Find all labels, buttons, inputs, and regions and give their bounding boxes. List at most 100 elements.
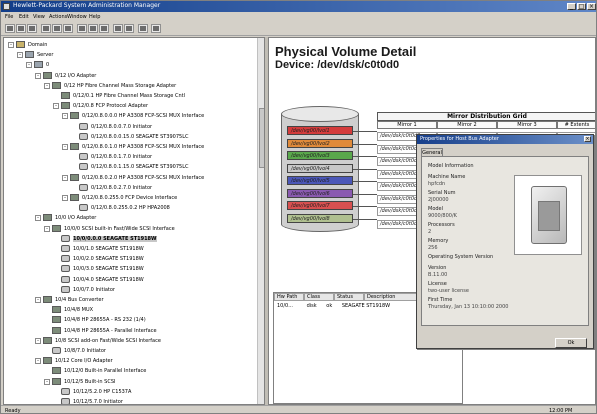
property-label: Processors	[428, 222, 455, 228]
expand-toggle-icon[interactable]: -	[62, 174, 68, 181]
volume-band[interactable]: /dev/vg00/lvol3	[287, 151, 353, 160]
expand-toggle-icon[interactable]: -	[44, 82, 50, 89]
tree-node-label: 10/4/8 HP 28655A - Parallel Interface	[64, 327, 157, 334]
property-value: 2J00000	[428, 197, 449, 203]
expand-toggle-icon[interactable]: -	[53, 103, 59, 110]
adapter-icon	[43, 214, 52, 222]
menu-help[interactable]: Help	[89, 14, 100, 20]
volume-band[interactable]: /dev/vg00/lvol7	[287, 201, 353, 210]
disk-icon	[79, 163, 88, 171]
mirror-connector	[353, 218, 377, 220]
expand-toggle-icon[interactable]: -	[35, 215, 41, 222]
list-column-header[interactable]: Status	[334, 293, 364, 301]
expand-toggle-icon[interactable]: -	[35, 358, 41, 365]
dialog-close-button[interactable]: ×	[584, 136, 591, 142]
expand-toggle-icon[interactable]: -	[62, 113, 68, 120]
server-icon	[25, 51, 34, 59]
expand-toggle-icon[interactable]: -	[35, 297, 41, 303]
disk-icon	[61, 255, 70, 263]
open-icon[interactable]	[16, 24, 26, 33]
status-bar: Ready 12:00 PM	[1, 405, 596, 414]
tree-node-label: Domain	[28, 42, 48, 48]
device-label: Device: /dev/dsk/c0t0d0	[275, 59, 400, 71]
minimize-button[interactable]: _	[567, 3, 576, 10]
list-column-header[interactable]: Class	[304, 293, 334, 301]
toolbar	[1, 22, 596, 36]
tree-node-label: 10/12/5.2.0 HP C1537A	[73, 388, 132, 395]
menu-window[interactable]: Window	[67, 14, 87, 20]
disk-icon	[79, 132, 88, 140]
grid-icon[interactable]	[124, 24, 134, 33]
property-label: Operating System Version	[428, 254, 494, 260]
list-icon[interactable]	[138, 24, 148, 33]
menu-actions[interactable]: Actions	[49, 14, 67, 20]
hardware-tree[interactable]: - Domain - Server -0-0/12 I/O Adapter -0/12 H…	[3, 37, 265, 405]
help-icon[interactable]	[151, 24, 161, 33]
property-label: Machine Name	[428, 174, 466, 180]
property-label: Serial Num	[428, 190, 456, 196]
tree-node-label: 10/12/0 Built-in Parallel Interface	[64, 368, 147, 375]
properties-icon[interactable]	[88, 24, 98, 33]
expand-toggle-icon[interactable]: -	[62, 144, 68, 150]
expand-toggle-icon[interactable]: -	[26, 62, 32, 69]
expand-toggle-icon[interactable]: -	[35, 337, 41, 344]
tree-node-label: 0/12/0.8.0.255.0.2 HP HPA2008	[91, 205, 170, 212]
find-icon[interactable]	[99, 24, 109, 33]
ok-button[interactable]: Ok	[555, 338, 587, 348]
adapter-icon	[52, 367, 61, 375]
expand-toggle-icon[interactable]: -	[44, 378, 50, 385]
expand-toggle-icon[interactable]: -	[8, 42, 14, 48]
volume-band[interactable]: /dev/vg00/lvol2	[287, 138, 353, 148]
mirror-connector	[353, 181, 377, 182]
adapter-icon	[52, 377, 61, 385]
menu-edit[interactable]: Edit	[19, 14, 29, 20]
list-cell-class: disk	[306, 303, 317, 309]
grid-column-header: Mirror 2	[437, 121, 497, 129]
property-value: B.11.00	[428, 272, 448, 278]
list-column-header[interactable]: Hw Path	[274, 293, 304, 301]
expand-toggle-icon[interactable]: -	[44, 225, 50, 232]
adapter-icon	[43, 357, 52, 365]
tree-node-label: 0/12/0.1 HP Fibre Channel Mass Storage C…	[73, 93, 185, 99]
refresh-icon[interactable]	[77, 24, 87, 33]
tree-node-label: 10/0/7.0 Initiator	[73, 286, 115, 293]
expand-toggle-icon[interactable]: -	[17, 52, 23, 59]
menu-view[interactable]: View	[33, 14, 45, 20]
adapter-icon	[43, 296, 52, 303]
property-label: Version	[428, 265, 447, 271]
dialog-title: Properties for Host Bus Adapter	[420, 136, 499, 142]
status-text: Ready	[5, 408, 21, 414]
tree-node-label: 10/0/2.0 SEAGATE ST1918W	[73, 256, 144, 263]
property-value: 2	[428, 229, 432, 235]
page-title: Physical Volume Detail	[275, 44, 417, 59]
maximize-button[interactable]: □	[577, 3, 586, 10]
tree-node-label: 10/0/3.0 SEAGATE ST1918W	[73, 266, 144, 273]
expand-toggle-icon[interactable]: -	[62, 195, 68, 201]
volume-band[interactable]: /dev/vg00/lvol1	[287, 126, 353, 135]
back-icon[interactable]	[52, 24, 62, 33]
disk-icon	[61, 285, 70, 293]
expand-toggle-icon[interactable]: -	[35, 72, 41, 79]
property-value: Thursday, Jan 13 10:10:00 2000	[428, 304, 509, 310]
mirror-connector	[353, 156, 377, 157]
volume-band[interactable]: /dev/vg00/lvol5	[287, 176, 353, 185]
volume-band[interactable]: /dev/vg00/lvol6	[287, 188, 353, 198]
disk-icon	[79, 153, 88, 161]
list-item[interactable]: 10/0... disk ok SEAGATE ST1918W	[277, 303, 390, 309]
grid-column-header: Mirror 1	[377, 121, 437, 129]
save-icon[interactable]	[27, 24, 37, 33]
tree-scrollbar[interactable]	[257, 38, 264, 404]
adapter-icon	[52, 81, 61, 89]
volume-band[interactable]: /dev/vg00/lvol8	[287, 213, 353, 223]
forward-icon[interactable]	[63, 24, 73, 33]
new-icon[interactable]	[5, 24, 15, 33]
property-label: Model Information	[428, 163, 474, 169]
close-button[interactable]: ×	[587, 3, 596, 10]
property-value: 256	[428, 245, 438, 251]
volume-band[interactable]: /dev/vg00/lvol4	[287, 163, 353, 173]
tree-node-label: 0/12 I/O Adapter	[55, 72, 97, 79]
map-icon[interactable]	[113, 24, 123, 33]
print-icon[interactable]	[41, 24, 51, 33]
tree-node-label: 0/12/0.8.0.1.0 HP A3308 FCP-SCSI MUX Int…	[82, 144, 205, 150]
menu-file[interactable]: File	[5, 14, 13, 20]
